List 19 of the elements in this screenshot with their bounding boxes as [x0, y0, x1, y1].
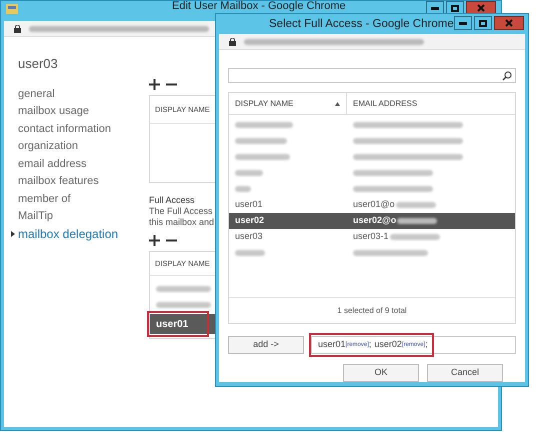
- column-label: EMAIL ADDRESS: [353, 98, 418, 110]
- column-label: DISPLAY NAME: [235, 98, 294, 110]
- separator-text: ;: [425, 338, 428, 352]
- separator-text: ;: [368, 338, 372, 352]
- table-cell: user01: [235, 199, 263, 210]
- table-cell-text: user03-1: [353, 230, 389, 244]
- window-title: Edit User Mailbox - Google Chrome: [172, 0, 346, 12]
- user-heading: user03: [18, 56, 58, 72]
- description-text: this mailbox and: [149, 217, 214, 228]
- recipient-name: user01: [318, 338, 346, 352]
- table-cell: user03: [235, 231, 263, 242]
- window-title: Select Full Access - Google Chrome: [269, 17, 454, 32]
- selection-status: 1 selected of 9 total: [337, 304, 407, 316]
- description-text: The Full Access: [149, 206, 213, 217]
- recipient-name: user02: [374, 338, 402, 352]
- section-heading: Full Access: [149, 195, 195, 206]
- table-cell: user02: [235, 215, 264, 226]
- table-cell-text: user02@o: [353, 214, 396, 228]
- table-cell-text: user01@o: [353, 198, 395, 212]
